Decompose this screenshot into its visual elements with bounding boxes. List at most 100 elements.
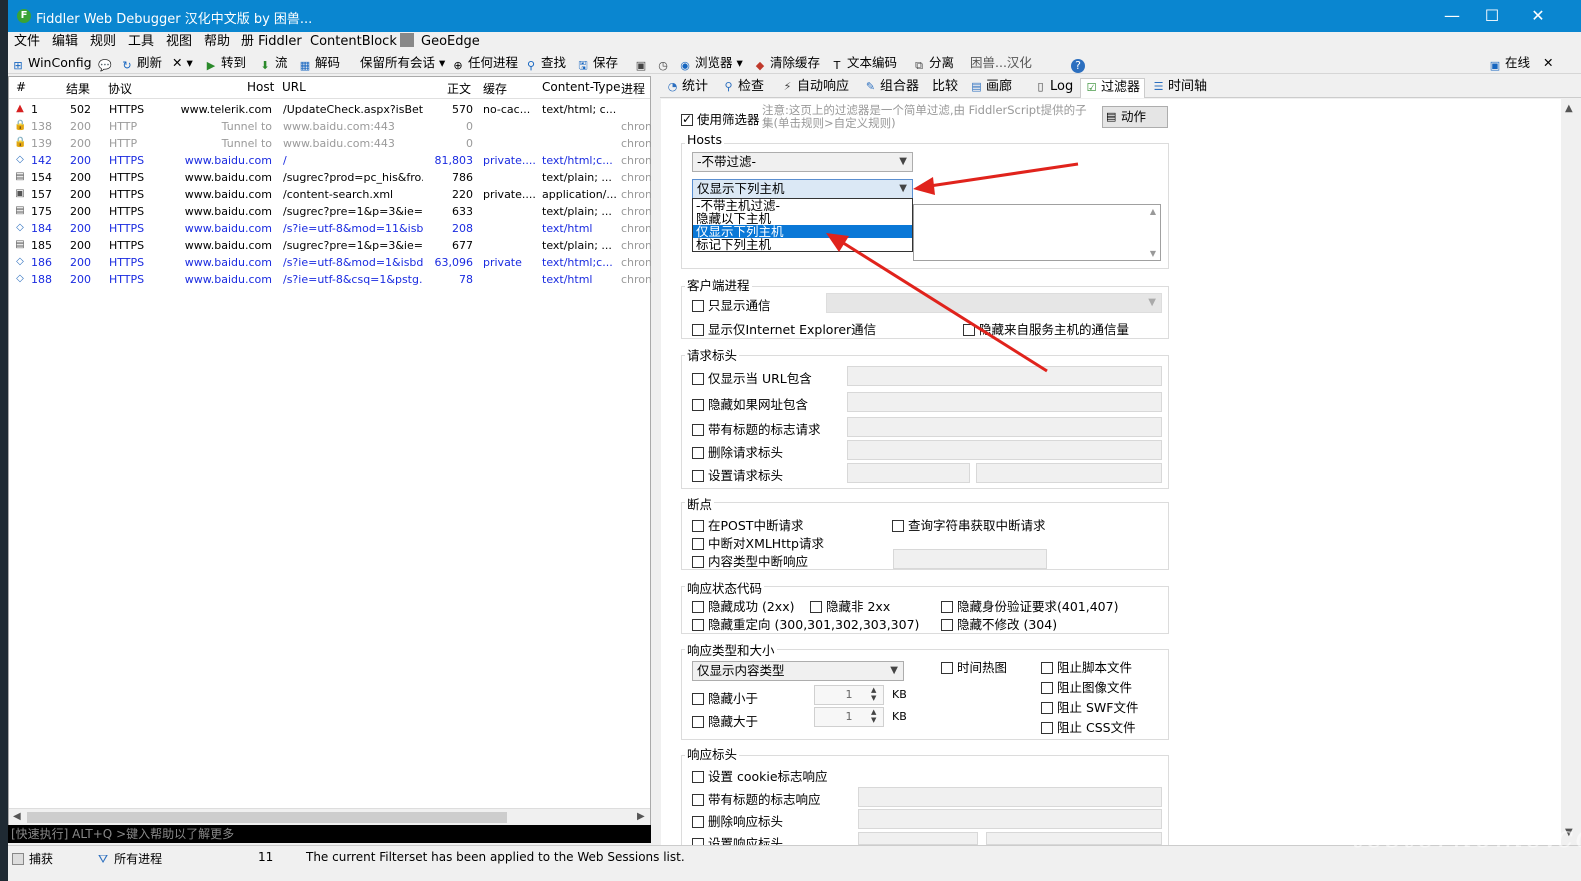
cell-result: 200 [70,171,91,184]
horizontal-scrollbar[interactable]: ◀ ▶ [9,808,650,825]
cell-url: /sugrec?pre=1&p=3&ie=... [283,239,423,252]
fiddler-app-icon: F [17,9,31,23]
menu-bar: 文件 编辑 规则 工具 视图 帮助 册 Fiddler ContentBlock… [8,32,1581,52]
scroll-up-icon[interactable]: ▲ [1565,103,1573,114]
tab-autoresponder[interactable]: ⚡ 自动响应 [777,78,853,98]
online-button[interactable]: ▣ 在线 [1488,54,1530,72]
scroll-left-icon[interactable]: ◀ [13,811,21,822]
tab-strip: ◔ 统计 ⚲ 检查 ⚡ 自动响应 ✎ 组合器 比较 ▤ 画廊 ▯ Log ☑ 过滤器 ☰ 时间轴 [660,76,1581,98]
filters-vertical-scrollbar[interactable]: ▲ ▼ [1561,99,1580,845]
col-url[interactable]: URL [282,80,306,94]
detach-button[interactable]: ⧉ 分离 [912,54,954,72]
cell-proto: HTTPS [109,239,145,252]
find-button[interactable]: ⚲ 查找 [524,54,566,72]
cell-body: 677 [452,239,473,252]
cell-body: 78 [459,273,473,286]
cell-id: 185 [31,239,52,252]
document-icon: ▤ [15,239,25,250]
col-content-type[interactable]: Content-Type [542,80,621,94]
menu-fiddler-book[interactable]: 册 Fiddler [241,32,302,52]
stream-button[interactable]: ⬇ 流 [258,54,287,72]
refresh-button[interactable]: ↻ 刷新 [120,54,162,72]
annotation-arrow-2 [836,237,1048,373]
table-row[interactable]: ▤ 185 200 HTTPS www.baidu.com/sugrec?pre=1&p… [9,237,651,254]
col-process[interactable]: 进程 [621,80,645,97]
table-row[interactable]: 🔒 139 200 HTTP Tunnel to www.baidu.com:443 0 ch… [9,135,651,152]
col-result[interactable]: 结果 [66,80,90,97]
tab-gallery[interactable]: ▤ 画廊 [966,78,1016,98]
tab-timeline[interactable]: ☰ 时间轴 [1148,78,1211,98]
table-row[interactable]: ◇ 184 200 HTTPS www.baidu.com/s?ie=utf-8&mod… [9,220,651,237]
scroll-thumb[interactable] [27,812,507,823]
close-toolbar-button[interactable]: ✕ [1543,54,1553,72]
table-row[interactable]: ◇ 186 200 HTTPS www.baidu.com/s?ie=utf-8&mod… [9,254,651,271]
cell-body: 63,096 [434,256,474,269]
menu-view[interactable]: 视图 [166,32,192,52]
menu-help[interactable]: 帮助 [204,32,230,52]
title-bar[interactable]: F Fiddler Web Debugger 汉化中文版 by 困兽... — … [8,0,1581,32]
menu-tools[interactable]: 工具 [128,32,154,52]
minimize-button[interactable]: — [1432,4,1472,28]
cell-result: 200 [70,120,91,133]
cell-ctype: text/html;c... [542,154,613,167]
timeline-icon: ☰ [1153,80,1164,93]
camera-button[interactable]: ▣ [634,54,651,72]
table-row[interactable]: 🔒 138 200 HTTP Tunnel to www.baidu.com:443 0 ch… [9,118,651,135]
tab-statistics[interactable]: ◔ 统计 [662,78,712,98]
table-row[interactable]: ▲ 1 502 HTTPS www.telerik.com/UpdateCheck.as… [9,101,650,118]
col-caching[interactable]: 缓存 [483,80,507,97]
scroll-right-icon[interactable]: ▶ [637,811,645,822]
col-id[interactable]: # [16,80,26,94]
capture-toggle[interactable]: 捕获 [12,850,53,867]
tab-inspectors[interactable]: ⚲ 检查 [718,78,768,98]
cell-id: 139 [31,137,52,150]
table-row[interactable]: ▤ 175 200 HTTPS www.baidu.com/sugrec?pre=1&p… [9,203,651,220]
decode-button[interactable]: ▦ 解码 [298,54,340,72]
tab-compare[interactable]: 比较 [928,78,962,98]
cell-host: www.baidu.com [184,205,272,218]
html-icon: ◇ [16,256,24,267]
window-title: Fiddler Web Debugger 汉化中文版 by 困兽... [36,12,313,27]
cell-proc: chrom [621,188,651,201]
comment-icon: 💬 [98,59,112,72]
tab-log[interactable]: ▯ Log [1030,78,1077,98]
cell-proto: HTTPS [109,205,145,218]
col-body[interactable]: 正文 [447,80,471,97]
any-process-button[interactable]: ⊕ 任何进程 [451,54,518,72]
clear-cache-button[interactable]: ◆ 清除缓存 [753,54,820,72]
keep-sessions-dropdown[interactable]: 保留所有会话 ▾ [360,54,445,72]
cell-host: Tunnel to [221,137,272,150]
table-row[interactable]: ▣ 157 200 HTTPS www.baidu.com/content-search… [9,186,651,203]
quickexec-input[interactable]: [快速执行] ALT+Q >键入帮助以了解更多 [8,825,651,843]
lightning-icon: ⚡ [783,80,792,93]
cell-url: /content-search.xml [283,188,394,201]
save-button[interactable]: 🖫 保存 [576,54,618,72]
close-button[interactable]: ✕ [1518,4,1558,28]
table-row[interactable]: ▤ 154 200 HTTPS www.baidu.com/sugrec?prod=pc… [9,169,651,186]
table-row[interactable]: ◇ 188 200 HTTPS www.baidu.com/s?ie=utf-8&csq… [9,271,651,288]
help-button[interactable]: ? [1071,54,1088,73]
menu-rules[interactable]: 规则 [90,32,116,52]
text-encode-button[interactable]: T 文本编码 [830,54,897,72]
col-host[interactable]: Host [247,80,274,94]
comment-button[interactable]: 💬 [98,54,115,72]
winconfig-button[interactable]: ⊞ WinConfig [11,54,91,72]
web-sessions-list[interactable]: # 结果 协议 Host URL 正文 缓存 Content-Type 进程 ▲… [8,76,651,825]
menu-file[interactable]: 文件 [14,32,40,52]
goto-button[interactable]: ▶ 转到 [204,54,246,72]
menu-geoedge[interactable]: GeoEdge [421,32,480,52]
process-filter-toggle[interactable]: ⛛ 所有进程 [98,850,162,867]
maximize-button[interactable]: ☐ [1472,4,1512,28]
tab-composer[interactable]: ✎ 组合器 [860,78,923,98]
tab-filters[interactable]: ☑ 过滤器 [1080,78,1146,98]
table-row[interactable]: ◇ 142 200 HTTPS www.baidu.com / 81,803 private.… [9,152,651,169]
browser-dropdown[interactable]: ◉ 浏览器 ▾ [678,54,743,72]
menu-edit[interactable]: 编辑 [52,32,78,52]
cell-cache: private.... [483,188,536,201]
col-protocol[interactable]: 协议 [108,80,132,97]
remove-button[interactable]: ✕ ▾ [172,54,193,72]
menu-contentblock[interactable]: ContentBlock [310,32,397,52]
toolbar: ⊞ WinConfig 💬 ↻ 刷新 ✕ ▾ ▶ 转到 ⬇ 流 ▦ 解码 保留所有会话 ▾… [8,52,1581,74]
timer-button[interactable]: ◷ [656,54,673,72]
composer-icon: ✎ [865,80,876,93]
